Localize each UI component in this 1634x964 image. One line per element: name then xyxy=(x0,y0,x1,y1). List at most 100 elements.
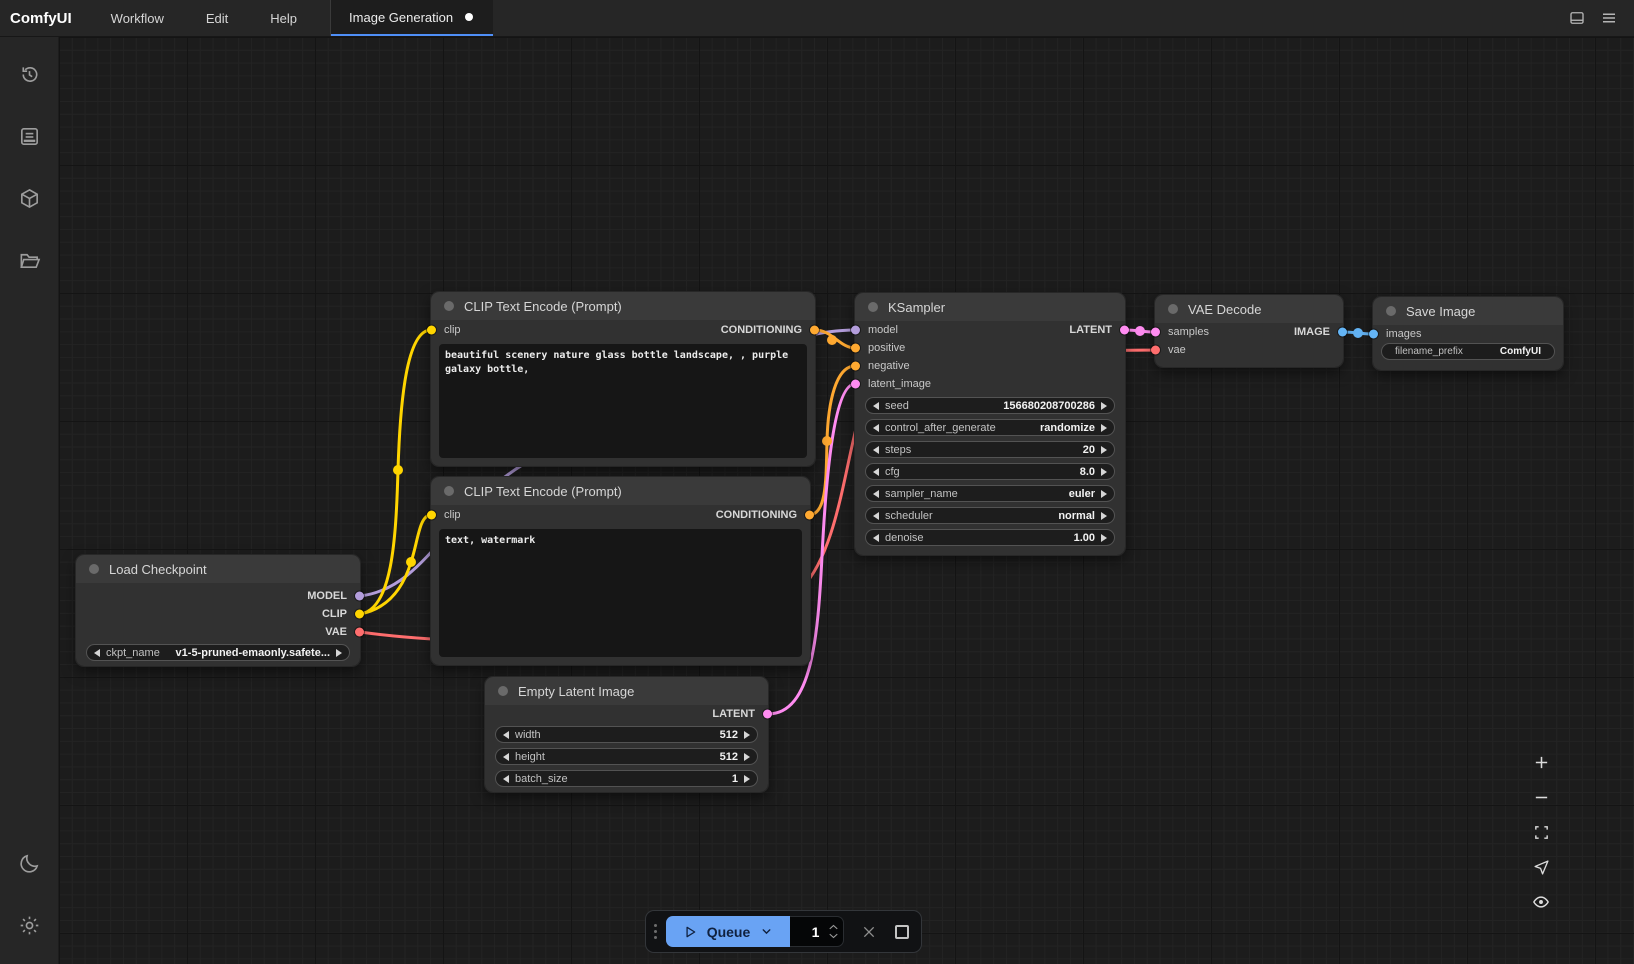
prompt-textarea[interactable]: beautiful scenery nature glass bottle la… xyxy=(439,344,807,458)
hamburger-menu-icon[interactable] xyxy=(1600,9,1618,27)
widget-scheduler[interactable]: scheduler normal xyxy=(865,507,1115,524)
widget-next-icon[interactable] xyxy=(1101,424,1107,432)
node-collapse-dot[interactable] xyxy=(89,564,99,574)
widget-prev-icon[interactable] xyxy=(503,775,509,783)
batch-count-input[interactable]: 1 xyxy=(790,916,844,947)
widget-prev-icon[interactable] xyxy=(873,490,879,498)
widget-next-icon[interactable] xyxy=(336,649,342,657)
node-collapse-dot[interactable] xyxy=(1386,306,1396,316)
widget-control-after-generate[interactable]: control_after_generate randomize xyxy=(865,419,1115,436)
node-title-bar[interactable]: CLIP Text Encode (Prompt) xyxy=(431,292,815,320)
select-mode-icon[interactable] xyxy=(1532,858,1550,876)
widget-filename-prefix[interactable]: filename_prefix ComfyUI xyxy=(1381,343,1555,360)
prompt-textarea[interactable]: text, watermark xyxy=(439,529,802,657)
widget-next-icon[interactable] xyxy=(1101,446,1107,454)
output-port-conditioning[interactable] xyxy=(810,326,819,335)
widget-steps[interactable]: steps 20 xyxy=(865,441,1115,458)
widget-prev-icon[interactable] xyxy=(94,649,100,657)
widget-next-icon[interactable] xyxy=(1101,534,1107,542)
clear-queue-icon[interactable] xyxy=(861,924,877,940)
node-collapse-dot[interactable] xyxy=(498,686,508,696)
input-port-negative[interactable] xyxy=(851,362,860,371)
input-port-model[interactable] xyxy=(851,326,860,335)
input-port-clip[interactable] xyxy=(427,511,436,520)
tab-image-generation[interactable]: Image Generation xyxy=(331,0,493,36)
workflows-folder-icon[interactable] xyxy=(0,237,59,283)
widget-height[interactable]: height 512 xyxy=(495,748,758,765)
zoom-in-icon[interactable] xyxy=(1532,753,1550,771)
toggle-link-visibility-eye-icon[interactable] xyxy=(1532,893,1550,911)
node-empty-latent-image[interactable]: Empty Latent Image LATENT width 512 heig… xyxy=(485,677,768,792)
chevron-down-icon[interactable] xyxy=(760,925,773,938)
widget-next-icon[interactable] xyxy=(1101,490,1107,498)
node-title-bar[interactable]: Load Checkpoint xyxy=(76,555,360,583)
output-port-latent[interactable] xyxy=(1120,326,1129,335)
widget-next-icon[interactable] xyxy=(744,753,750,761)
input-port-positive[interactable] xyxy=(851,344,860,353)
input-port-clip[interactable] xyxy=(427,326,436,335)
node-collapse-dot[interactable] xyxy=(444,301,454,311)
widget-prev-icon[interactable] xyxy=(873,534,879,542)
widget-seed[interactable]: seed 156680208700286 xyxy=(865,397,1115,414)
node-title-bar[interactable]: CLIP Text Encode (Prompt) xyxy=(431,477,810,505)
widget-next-icon[interactable] xyxy=(1101,402,1107,410)
node-title-bar[interactable]: VAE Decode xyxy=(1155,295,1343,323)
node-collapse-dot[interactable] xyxy=(1168,304,1178,314)
input-port-images[interactable] xyxy=(1369,330,1378,339)
stepper-up-icon[interactable] xyxy=(829,924,838,930)
menu-workflow[interactable]: Workflow xyxy=(90,0,185,36)
node-collapse-dot[interactable] xyxy=(868,302,878,312)
widget-next-icon[interactable] xyxy=(744,731,750,739)
toggle-bottom-panel-icon[interactable] xyxy=(1568,9,1586,27)
widget-next-icon[interactable] xyxy=(744,775,750,783)
widget-next-icon[interactable] xyxy=(1101,512,1107,520)
menu-edit[interactable]: Edit xyxy=(185,0,249,36)
history-icon[interactable] xyxy=(0,51,59,97)
widget-sampler-name[interactable]: sampler_name euler xyxy=(865,485,1115,502)
input-port-latent-image[interactable] xyxy=(851,380,860,389)
queue-log-icon[interactable] xyxy=(0,113,59,159)
widget-cfg[interactable]: cfg 8.0 xyxy=(865,463,1115,480)
output-port-image[interactable] xyxy=(1338,328,1347,337)
unsaved-dot-icon[interactable] xyxy=(465,13,473,21)
node-collapse-dot[interactable] xyxy=(444,486,454,496)
node-title-bar[interactable]: Save Image xyxy=(1373,297,1563,325)
widget-denoise[interactable]: denoise 1.00 xyxy=(865,529,1115,546)
node-load-checkpoint[interactable]: Load Checkpoint MODEL CLIP VAE ckpt_name… xyxy=(76,555,360,666)
widget-batch-size[interactable]: batch_size 1 xyxy=(495,770,758,787)
node-clip-text-encode-positive[interactable]: CLIP Text Encode (Prompt) clip CONDITION… xyxy=(431,292,815,466)
node-title-bar[interactable]: KSampler xyxy=(855,293,1125,321)
queue-button[interactable]: Queue xyxy=(666,916,790,947)
output-port-vae[interactable] xyxy=(355,628,364,637)
node-ksampler[interactable]: KSampler model LATENT positive negative … xyxy=(855,293,1125,555)
stop-icon[interactable] xyxy=(895,925,909,939)
output-port-conditioning[interactable] xyxy=(805,511,814,520)
fit-view-icon[interactable] xyxy=(1532,823,1550,841)
menu-help[interactable]: Help xyxy=(249,0,318,36)
widget-prev-icon[interactable] xyxy=(503,753,509,761)
widget-next-icon[interactable] xyxy=(1101,468,1107,476)
output-port-latent[interactable] xyxy=(763,709,772,718)
input-port-vae[interactable] xyxy=(1151,346,1160,355)
widget-prev-icon[interactable] xyxy=(873,468,879,476)
widget-prev-icon[interactable] xyxy=(873,446,879,454)
output-port-clip[interactable] xyxy=(355,610,364,619)
theme-toggle-moon-icon[interactable] xyxy=(0,840,59,886)
settings-gear-icon[interactable] xyxy=(0,902,59,948)
stepper-down-icon[interactable] xyxy=(829,933,838,939)
widget-prev-icon[interactable] xyxy=(503,731,509,739)
node-clip-text-encode-negative[interactable]: CLIP Text Encode (Prompt) clip CONDITION… xyxy=(431,477,810,665)
node-vae-decode[interactable]: VAE Decode samples IMAGE vae xyxy=(1155,295,1343,367)
node-save-image[interactable]: Save Image images filename_prefix ComfyU… xyxy=(1373,297,1563,370)
widget-width[interactable]: width 512 xyxy=(495,726,758,743)
widget-prev-icon[interactable] xyxy=(873,424,879,432)
node-library-icon[interactable] xyxy=(0,175,59,221)
widget-prev-icon[interactable] xyxy=(873,402,879,410)
widget-ckpt-name[interactable]: ckpt_name v1-5-pruned-emaonly.safete... xyxy=(86,644,350,661)
zoom-out-icon[interactable] xyxy=(1532,788,1550,806)
input-port-samples[interactable] xyxy=(1151,328,1160,337)
node-title-bar[interactable]: Empty Latent Image xyxy=(485,677,768,705)
output-port-model[interactable] xyxy=(355,592,364,601)
drag-handle[interactable] xyxy=(654,924,657,939)
widget-prev-icon[interactable] xyxy=(873,512,879,520)
